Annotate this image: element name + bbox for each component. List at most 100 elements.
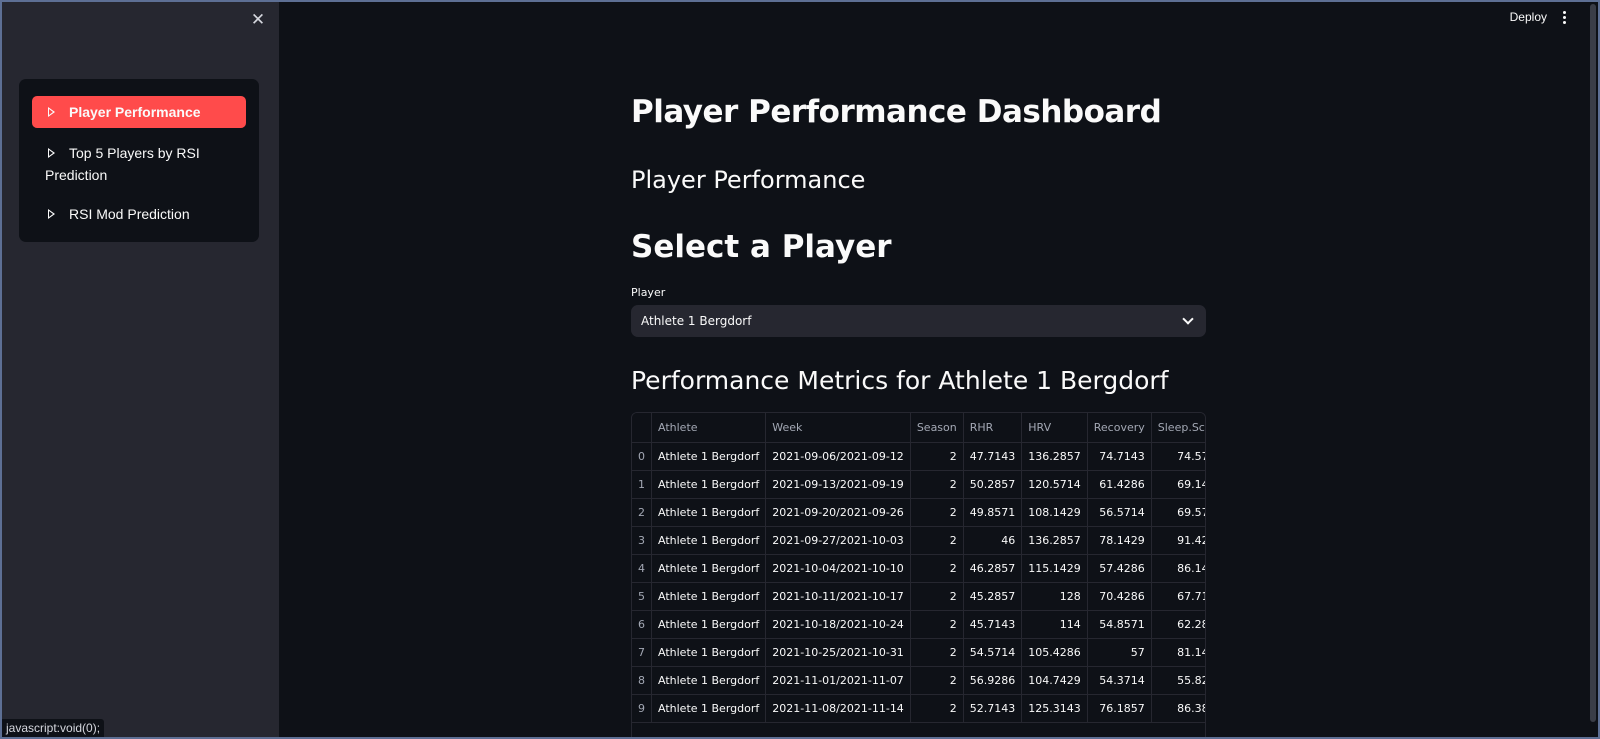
table-cell[interactable]: 86.3857 [1151, 694, 1205, 723]
table-cell[interactable]: Athlete 1 Bergdorf [651, 610, 767, 639]
table-cell[interactable]: 9 [632, 694, 652, 723]
player-select[interactable]: Athlete 1 Bergdorf [631, 305, 1206, 337]
table-cell[interactable]: 7 [632, 638, 652, 667]
close-icon[interactable]: ✕ [250, 12, 266, 29]
table-cell[interactable]: 2 [910, 442, 964, 471]
table-cell[interactable]: 6 [632, 610, 652, 639]
table-cell[interactable]: 91.4286 [1151, 526, 1205, 555]
table-cell[interactable]: Athlete 1 Bergdorf [651, 470, 767, 499]
table-cell[interactable]: 2021-09-13/2021-09-19 [765, 470, 911, 499]
table-cell[interactable]: 46 [963, 526, 1023, 555]
table-cell[interactable]: 114 [1021, 610, 1088, 639]
table-cell[interactable]: 108.1429 [1021, 498, 1088, 527]
table-cell[interactable]: 62.2857 [1151, 610, 1205, 639]
table-cell[interactable]: 5 [632, 582, 652, 611]
table-cell[interactable]: Athlete 1 Bergdorf [651, 666, 767, 695]
table-cell[interactable]: 8 [632, 666, 652, 695]
table-row[interactable]: 7 Athlete 1 Bergdorf 2021-10-25/2021-10-31… [632, 638, 1205, 667]
table-cell[interactable]: 2 [910, 470, 964, 499]
table-cell[interactable]: 2021-11-01/2021-11-07 [765, 666, 911, 695]
table-cell[interactable]: Athlete 1 Bergdorf [651, 554, 767, 583]
table-cell[interactable]: Athlete 1 Bergdorf [651, 526, 767, 555]
table-cell[interactable]: 2 [910, 638, 964, 667]
table-cell[interactable]: 2021-09-27/2021-10-03 [765, 526, 911, 555]
table-cell[interactable]: 105.4286 [1021, 638, 1088, 667]
table-cell[interactable]: 86.1429 [1151, 554, 1205, 583]
table-cell[interactable]: 46.2857 [963, 554, 1023, 583]
table-cell[interactable]: Athlete 1 Bergdorf [651, 638, 767, 667]
scrollbar-thumb[interactable] [1590, 4, 1596, 722]
table-cell[interactable]: 2 [910, 498, 964, 527]
table-row[interactable]: 3 Athlete 1 Bergdorf 2021-09-27/2021-10-03… [632, 526, 1205, 555]
column-header[interactable]: Sleep.Score [1151, 413, 1205, 443]
table-cell[interactable]: Athlete 1 Bergdorf [651, 582, 767, 611]
table-cell[interactable]: 120.5714 [1021, 470, 1088, 499]
table-cell[interactable]: 2 [910, 694, 964, 723]
table-cell[interactable]: 45.2857 [963, 582, 1023, 611]
table-row[interactable]: 5 Athlete 1 Bergdorf 2021-10-11/2021-10-17… [632, 582, 1205, 611]
kebab-menu-icon[interactable] [1563, 10, 1566, 24]
table-cell[interactable]: 0 [632, 442, 652, 471]
table-cell[interactable]: 54.8571 [1087, 610, 1152, 639]
table-cell[interactable]: 1 [632, 470, 652, 499]
table-cell[interactable]: 136.2857 [1021, 526, 1088, 555]
table-cell[interactable]: 55.8286 [1151, 666, 1205, 695]
table-cell[interactable]: 2021-10-25/2021-10-31 [765, 638, 911, 667]
sidebar-item-rsi-mod-prediction[interactable]: RSI Mod Prediction [32, 198, 246, 230]
table-row[interactable]: 8 Athlete 1 Bergdorf 2021-11-01/2021-11-07… [632, 666, 1205, 695]
table-cell[interactable]: 3 [632, 526, 652, 555]
table-cell[interactable]: 54.3714 [1087, 666, 1152, 695]
table-row[interactable]: 6 Athlete 1 Bergdorf 2021-10-18/2021-10-24… [632, 610, 1205, 639]
table-cell[interactable]: 104.7429 [1021, 666, 1088, 695]
table-cell[interactable]: 2021-09-20/2021-09-26 [765, 498, 911, 527]
table-row[interactable]: 9 Athlete 1 Bergdorf 2021-11-08/2021-11-14… [632, 694, 1205, 723]
sidebar-item-player-performance[interactable]: Player Performance [32, 96, 246, 128]
table-cell[interactable]: 2 [910, 582, 964, 611]
table-cell[interactable]: 125.3143 [1021, 694, 1088, 723]
table-cell[interactable]: 61.4286 [1087, 470, 1152, 499]
table-cell[interactable]: 74.5714 [1151, 442, 1205, 471]
metrics-table[interactable]: AthleteWeekSeasonRHRHRVRecoverySleep.Sco… [631, 412, 1206, 737]
table-cell[interactable]: 115.1429 [1021, 554, 1088, 583]
column-header[interactable]: Athlete [651, 413, 767, 443]
table-cell[interactable]: 52.7143 [963, 694, 1023, 723]
table-cell[interactable]: 69.5714 [1151, 498, 1205, 527]
table-cell[interactable]: 2021-10-18/2021-10-24 [765, 610, 911, 639]
table-cell[interactable]: 2021-10-11/2021-10-17 [765, 582, 911, 611]
column-header[interactable] [632, 413, 652, 443]
table-cell[interactable]: 2 [910, 554, 964, 583]
table-cell[interactable]: 2 [910, 666, 964, 695]
table-cell[interactable]: Athlete 1 Bergdorf [651, 498, 767, 527]
table-cell[interactable]: 2021-10-04/2021-10-10 [765, 554, 911, 583]
column-header[interactable]: Week [765, 413, 911, 443]
table-cell[interactable]: 2 [632, 498, 652, 527]
table-cell[interactable]: 78.1429 [1087, 526, 1152, 555]
table-cell[interactable]: 50.2857 [963, 470, 1023, 499]
table-cell[interactable]: 56.5714 [1087, 498, 1152, 527]
column-header[interactable]: Season [910, 413, 964, 443]
table-cell[interactable]: 70.4286 [1087, 582, 1152, 611]
table-cell[interactable]: Athlete 1 Bergdorf [651, 694, 767, 723]
sidebar-item-top5-players[interactable]: Top 5 Players by RSI Prediction [32, 137, 232, 191]
table-cell[interactable]: 2021-11-08/2021-11-14 [765, 694, 911, 723]
column-header[interactable]: Recovery [1087, 413, 1152, 443]
table-cell[interactable]: 2 [910, 526, 964, 555]
column-header[interactable]: RHR [963, 413, 1023, 443]
table-cell[interactable]: Athlete 1 Bergdorf [651, 442, 767, 471]
table-cell[interactable]: 2021-09-06/2021-09-12 [765, 442, 911, 471]
deploy-button[interactable]: Deploy [1510, 10, 1547, 24]
scrollbar[interactable] [1589, 2, 1598, 737]
table-cell[interactable]: 128 [1021, 582, 1088, 611]
table-cell[interactable]: 57.4286 [1087, 554, 1152, 583]
table-cell[interactable]: 56.9286 [963, 666, 1023, 695]
table-cell[interactable]: 74.7143 [1087, 442, 1152, 471]
table-cell[interactable]: 67.7143 [1151, 582, 1205, 611]
table-cell[interactable]: 47.7143 [963, 442, 1023, 471]
table-cell[interactable]: 4 [632, 554, 652, 583]
table-cell[interactable]: 136.2857 [1021, 442, 1088, 471]
table-cell[interactable]: 57 [1087, 638, 1152, 667]
table-cell[interactable]: 45.7143 [963, 610, 1023, 639]
table-row[interactable]: 1 Athlete 1 Bergdorf 2021-09-13/2021-09-19… [632, 470, 1205, 499]
table-cell[interactable]: 49.8571 [963, 498, 1023, 527]
table-cell[interactable]: 81.1429 [1151, 638, 1205, 667]
